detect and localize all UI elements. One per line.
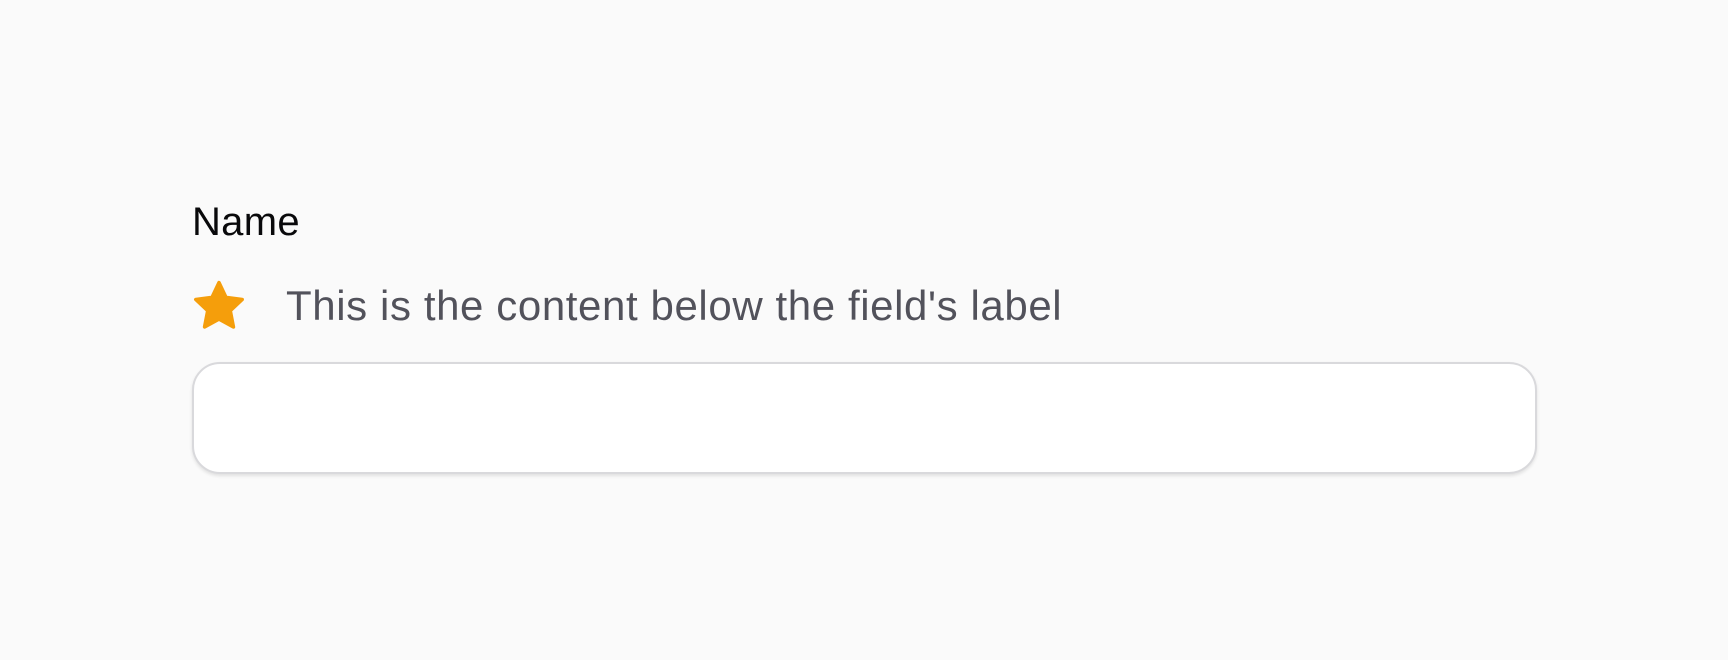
name-field: Name This is the content below the field… xyxy=(192,196,1537,474)
field-label: Name xyxy=(192,200,300,244)
hint-text: This is the content below the field's la… xyxy=(286,282,1063,329)
field-hint: This is the content below the field's la… xyxy=(192,276,1537,336)
name-input[interactable] xyxy=(192,362,1537,474)
star-icon xyxy=(192,279,246,333)
